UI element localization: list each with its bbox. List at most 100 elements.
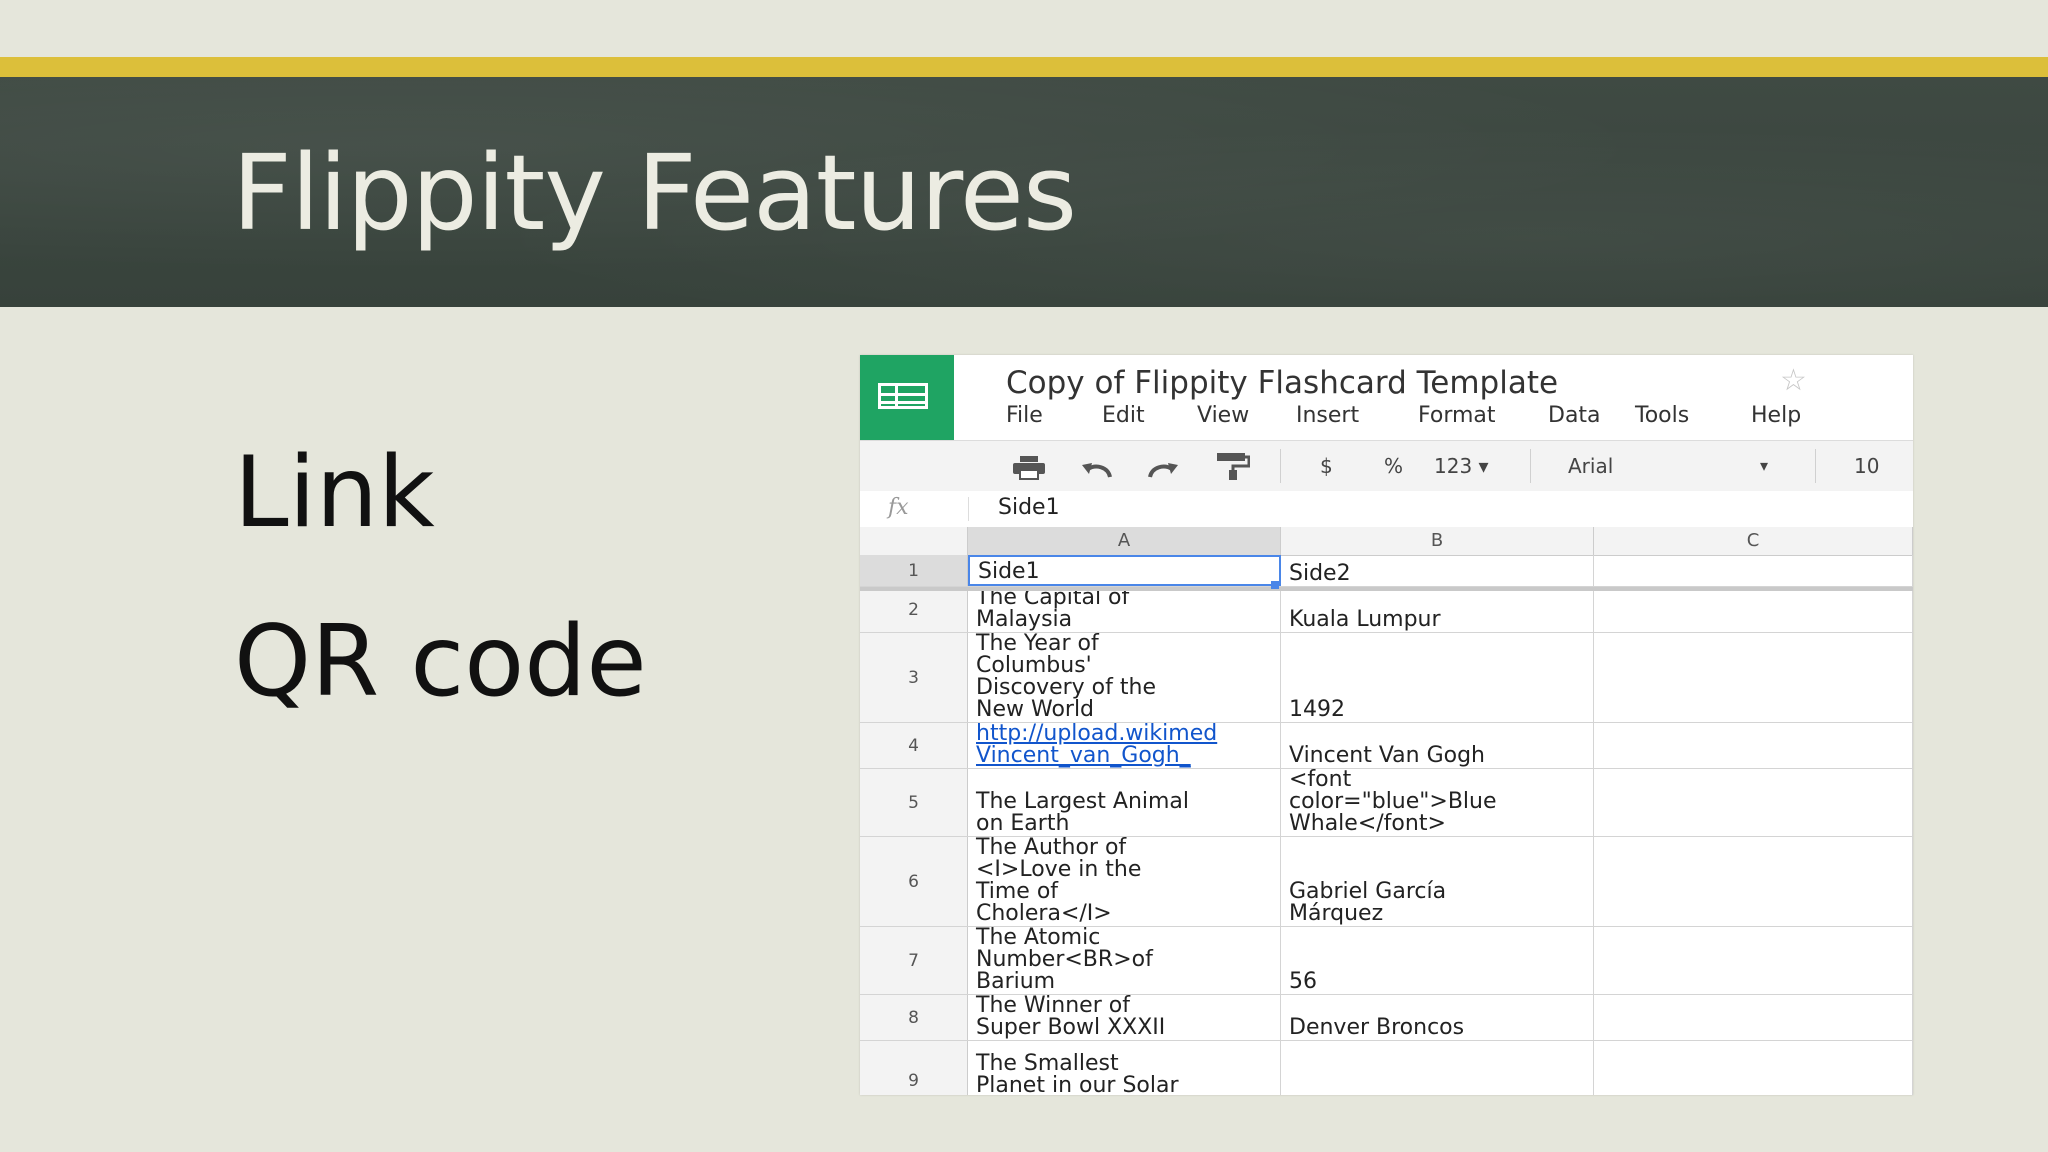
cell-text-line: The Smallest xyxy=(976,1051,1119,1076)
document-title[interactable]: Copy of Flippity Flashcard Template xyxy=(1006,361,1558,405)
table-row: 8 The Winner of Super Bowl XXXII Denver Bro… xyxy=(860,995,1913,1041)
column-header-b[interactable]: B xyxy=(1281,527,1594,555)
star-icon[interactable]: ☆ xyxy=(1780,363,1807,398)
cell-a1[interactable]: Side1 xyxy=(968,555,1281,586)
bullet-link: Link xyxy=(234,436,435,550)
cell-text-line: The Year of xyxy=(976,633,1099,656)
cell-text-line: The Largest Animal xyxy=(976,789,1190,814)
cell-b3[interactable]: 1492 xyxy=(1281,633,1594,722)
cell-c6[interactable] xyxy=(1594,837,1913,926)
cell-c5[interactable] xyxy=(1594,769,1913,836)
cell-b8[interactable]: Denver Broncos xyxy=(1281,995,1594,1040)
menu-edit[interactable]: Edit xyxy=(1102,401,1145,431)
toolbar-separator xyxy=(1530,449,1531,483)
formula-bar: fx Side1 xyxy=(860,491,1913,528)
column-header-c[interactable]: C xyxy=(1594,527,1913,555)
font-size-dropdown[interactable]: 10 xyxy=(1854,451,1879,481)
cell-a8[interactable]: The Winner of Super Bowl XXXII xyxy=(968,995,1281,1040)
cell-text-line: Kuala Lumpur xyxy=(1289,607,1441,632)
undo-icon[interactable] xyxy=(1080,455,1116,485)
column-header-a[interactable]: A xyxy=(968,527,1281,555)
row-header[interactable]: 8 xyxy=(860,995,968,1040)
row-header[interactable]: 5 xyxy=(860,769,968,836)
table-row: 3 The Year of Columbus' Discovery of the New… xyxy=(860,633,1913,723)
cell-c2[interactable] xyxy=(1594,587,1913,632)
row-header[interactable]: 1 xyxy=(860,555,968,586)
cell-text-line: Number<BR>of xyxy=(976,947,1153,972)
cell-a5[interactable]: The Largest Animal on Earth xyxy=(968,769,1281,836)
cell-text-line: The Author of xyxy=(976,837,1127,860)
cell-text-line: Malaysia xyxy=(976,607,1073,632)
cell-a3[interactable]: The Year of Columbus' Discovery of the New … xyxy=(968,633,1281,722)
fill-handle[interactable] xyxy=(1271,581,1279,589)
cell-c4[interactable] xyxy=(1594,723,1913,768)
cell-text-line: Gabriel García xyxy=(1289,879,1447,904)
frozen-row-divider[interactable] xyxy=(860,587,1913,591)
paint-format-icon[interactable] xyxy=(1216,451,1250,481)
cell-text-line: Cholera</I> xyxy=(976,901,1112,926)
sheets-logo-icon[interactable] xyxy=(860,355,954,440)
redo-icon[interactable] xyxy=(1144,455,1180,485)
cell-text-line: 56 xyxy=(1289,969,1317,994)
cell-c7[interactable] xyxy=(1594,927,1913,994)
cell-b1[interactable]: Side2 xyxy=(1281,555,1594,586)
table-row: 4 http://upload.wikimed Vincent_van_Gogh_ V… xyxy=(860,723,1913,769)
table-row: 6 The Author of <I>Love in the Time of Chole… xyxy=(860,837,1913,927)
cell-c9[interactable] xyxy=(1594,1041,1913,1095)
chevron-down-icon[interactable]: ▾ xyxy=(1760,451,1768,481)
cell-b4[interactable]: Vincent Van Gogh xyxy=(1281,723,1594,768)
row-header[interactable]: 2 xyxy=(860,587,968,632)
cell-a2[interactable]: The Capital of Malaysia xyxy=(968,587,1281,632)
percent-format-button[interactable]: % xyxy=(1384,451,1403,481)
font-family-dropdown[interactable]: Arial xyxy=(1568,451,1613,481)
menu-file[interactable]: File xyxy=(1006,401,1043,431)
currency-format-button[interactable]: $ xyxy=(1320,451,1333,481)
cell-text-line: Denver Broncos xyxy=(1289,1015,1465,1040)
cell-b6[interactable]: Gabriel García Márquez xyxy=(1281,837,1594,926)
row-header[interactable]: 7 xyxy=(860,927,968,994)
column-header-row: A B C xyxy=(860,527,1913,556)
menu-data[interactable]: Data xyxy=(1548,401,1601,431)
number-format-dropdown[interactable]: 123 ▾ xyxy=(1434,451,1489,481)
select-all-corner[interactable] xyxy=(860,527,968,555)
cell-text-line: <I>Love in the xyxy=(976,857,1142,882)
row-header[interactable]: 9 xyxy=(860,1041,968,1095)
menu-view[interactable]: View xyxy=(1197,401,1249,431)
table-row: 1 Side1 Side2 xyxy=(860,555,1913,587)
cell-b2[interactable]: Kuala Lumpur xyxy=(1281,587,1594,632)
menu-format[interactable]: Format xyxy=(1418,401,1496,431)
menu-help[interactable]: Help xyxy=(1751,401,1801,431)
cell-text-line: Time of xyxy=(976,879,1059,904)
row-header[interactable]: 4 xyxy=(860,723,968,768)
cell-text-line: Discovery of the xyxy=(976,675,1156,700)
toolbar: $ % 123 ▾ Arial ▾ 10 xyxy=(860,440,1913,492)
cell-a4[interactable]: http://upload.wikimed Vincent_van_Gogh_ xyxy=(968,723,1281,768)
table-row: 9The SmallestPlanet in our SolarSystemMe… xyxy=(860,1041,1913,1095)
cell-text-line: Side2 xyxy=(1289,561,1351,586)
cell-text-line: Columbus' xyxy=(976,653,1092,678)
cell-a9[interactable]: The SmallestPlanet in our SolarSystem xyxy=(968,1041,1281,1095)
menu-tools[interactable]: Tools xyxy=(1635,401,1689,431)
menu-insert[interactable]: Insert xyxy=(1296,401,1359,431)
cell-text-line: Márquez xyxy=(1289,901,1384,926)
cell-text-line: New World xyxy=(976,697,1095,722)
row-header[interactable]: 6 xyxy=(860,837,968,926)
print-icon[interactable] xyxy=(1012,453,1046,483)
toolbar-separator xyxy=(1815,449,1816,483)
cell-c1[interactable] xyxy=(1594,555,1913,586)
formula-input[interactable]: Side1 xyxy=(998,494,1060,522)
cell-c3[interactable] xyxy=(1594,633,1913,722)
cell-text-line: Side1 xyxy=(978,559,1040,584)
cell-text-line: http://upload.wikimed xyxy=(976,723,1218,746)
cell-b9[interactable]: Mercury xyxy=(1281,1041,1594,1095)
cell-b7[interactable]: 56 xyxy=(1281,927,1594,994)
bullet-qr-code: QR code xyxy=(234,605,647,719)
cell-b5[interactable]: <font color="blue">Blue Whale</font> xyxy=(1281,769,1594,836)
row-header[interactable]: 3 xyxy=(860,633,968,722)
cell-c8[interactable] xyxy=(1594,995,1913,1040)
cell-a6[interactable]: The Author of <I>Love in the Time of Choler… xyxy=(968,837,1281,926)
cell-text-line: Planet in our Solar xyxy=(976,1073,1179,1096)
slide-title: Flippity Features xyxy=(232,132,1077,254)
cell-a7[interactable]: The Atomic Number<BR>of Barium xyxy=(968,927,1281,994)
cell-text-line: Vincent Van Gogh xyxy=(1289,743,1485,768)
